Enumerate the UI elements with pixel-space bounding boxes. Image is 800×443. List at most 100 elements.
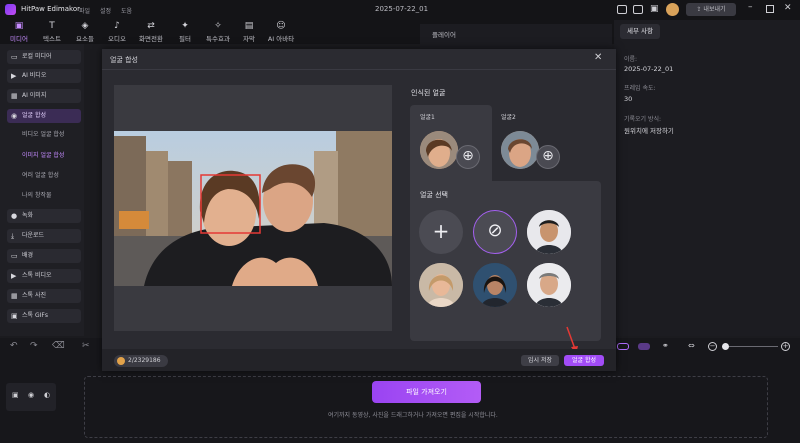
track-video-icon[interactable]: ▣ xyxy=(12,391,19,399)
link-icon[interactable]: ⚭ xyxy=(662,341,669,350)
toolbar-filter[interactable]: ✦ 필터 xyxy=(170,20,200,44)
face-1-label: 얼굴1 xyxy=(420,114,435,121)
delete-icon[interactable]: ⌫ xyxy=(52,341,65,351)
import-file-label: 파일 가져오기 xyxy=(406,388,447,396)
ai-avatar-icon: ☺ xyxy=(276,21,286,31)
details-panel: 세부 사항 이름: 2025-07-22_01 프레임 속도: 30 기록오기 … xyxy=(614,20,800,336)
coin-icon xyxy=(117,357,125,365)
sidebar-item-label: AI 비디오 xyxy=(22,72,47,79)
split-icon[interactable]: ✂ xyxy=(82,341,90,351)
redo-icon[interactable]: ↷ xyxy=(30,341,38,351)
modal-title: 얼굴 합성 xyxy=(110,56,138,64)
snap-icon[interactable] xyxy=(638,343,650,350)
track-audio-icon[interactable]: ◐ xyxy=(44,391,50,399)
tab-details[interactable]: 세부 사항 xyxy=(620,24,660,39)
player-title: 플레이어 xyxy=(432,31,456,39)
elements-icon: ◈ xyxy=(81,21,89,31)
menu-file[interactable]: 파일 xyxy=(79,6,90,15)
sidebar-item-face-swap[interactable]: ◉ 얼굴 합성 xyxy=(7,109,81,123)
toolbar-label: 오디오 xyxy=(108,35,126,43)
user-avatar[interactable] xyxy=(666,3,679,16)
toolbar-ai-avatar[interactable]: ☺ AI 아바타 xyxy=(264,20,298,44)
toolbar-subtitle[interactable]: ▤ 자막 xyxy=(234,20,264,44)
gift-icon[interactable]: ▣ xyxy=(650,4,659,14)
face-swap-modal: 얼굴 합성 ✕ 인식된 얼굴 얼굴1 ⊕ 얼굴2 ⊕ 얼굴 선택 + ⊘ 2/2… xyxy=(102,49,616,371)
toolbar-label: 화면전환 xyxy=(139,35,163,43)
stock-video-icon: ▶ xyxy=(11,272,17,280)
import-file-button[interactable]: 파일 가져오기 xyxy=(372,381,481,403)
record-icon: ● xyxy=(11,212,18,220)
ai-image-icon: ▦ xyxy=(11,92,18,100)
sidebar-sub-my-creations[interactable]: 나의 창작물 xyxy=(22,190,52,202)
background-icon: ▭ xyxy=(11,252,18,260)
folder-icon: ▭ xyxy=(11,53,18,61)
media-icon: ▣ xyxy=(14,21,24,31)
zoom-slider[interactable] xyxy=(722,346,778,347)
toolbar-effects[interactable]: ✧ 특수효과 xyxy=(201,20,235,44)
export-button[interactable]: ⇪ 내보내기 xyxy=(686,3,736,16)
zoom-slider-handle[interactable] xyxy=(722,343,729,350)
face-2-add-button[interactable]: ⊕ xyxy=(536,145,560,169)
sidebar-item-stock-video[interactable]: ▶ 스톡 비디오 xyxy=(7,269,81,283)
gif-icon: ▣ xyxy=(11,312,18,320)
close-window-button[interactable]: ✕ xyxy=(784,3,792,13)
face-option-woman-2[interactable] xyxy=(473,263,517,307)
tab-details-label: 세부 사항 xyxy=(627,27,653,35)
sidebar-item-download[interactable]: ⤓ 다운로드 xyxy=(7,229,81,243)
audio-icon: ♪ xyxy=(114,21,120,31)
download-icon: ⤓ xyxy=(11,232,15,240)
modal-close-icon[interactable]: ✕ xyxy=(594,52,602,63)
no-face-button[interactable]: ⊘ xyxy=(473,210,517,254)
track-tool-icon[interactable] xyxy=(617,343,629,350)
sidebar-item-label: 얼굴 합성 xyxy=(22,112,46,119)
toolbar-label: 텍스트 xyxy=(43,35,61,43)
menu-settings[interactable]: 설정 xyxy=(100,6,111,15)
temp-save-button[interactable]: 임시 저장 xyxy=(521,355,559,366)
ai-video-icon: ▶ xyxy=(11,72,17,80)
undo-icon[interactable]: ↶ xyxy=(10,341,18,351)
app-name: HitPaw Edimakor xyxy=(21,5,80,13)
feedback-icon[interactable] xyxy=(633,5,643,14)
add-face-button[interactable]: + xyxy=(419,210,463,254)
toolbar-elements[interactable]: ◈ 요소들 xyxy=(70,20,100,44)
sidebar-item-stock-gifs[interactable]: ▣ 스톡 GIFs xyxy=(7,309,81,323)
sidebar-sub-video-face-swap[interactable]: 비디오 얼굴 합성 xyxy=(22,129,64,141)
minimize-button[interactable]: – xyxy=(748,2,753,12)
face-option-woman-1[interactable] xyxy=(419,263,463,307)
preview-area xyxy=(114,85,392,331)
face-option-man-1[interactable] xyxy=(527,210,571,254)
recognized-faces-title: 인식된 얼굴 xyxy=(411,89,446,97)
toolbar-text[interactable]: T 텍스트 xyxy=(37,20,67,44)
fps-value: 30 xyxy=(624,95,633,103)
toolbar-media[interactable]: ▣ 미디어 xyxy=(4,20,34,44)
sidebar-sub-multi-face-swap[interactable]: 여러 얼굴 합성 xyxy=(22,170,59,182)
maximize-button[interactable] xyxy=(766,5,774,13)
zoom-in-icon[interactable]: + xyxy=(781,342,790,351)
sidebar-item-ai-image[interactable]: ▦ AI 이미지 xyxy=(7,89,81,103)
app-logo-icon xyxy=(5,4,16,15)
track-eye-icon[interactable]: ◉ xyxy=(28,391,34,399)
layout-icon[interactable] xyxy=(617,5,627,14)
fit-icon[interactable]: ⇔ xyxy=(688,341,695,350)
sidebar-item-ai-video[interactable]: ▶ AI 비디오 xyxy=(7,69,81,83)
sidebar-item-local-media[interactable]: ▭ 로컬 미디어 xyxy=(7,50,81,64)
face-swap-icon: ◉ xyxy=(11,112,18,120)
toolbar-label: 미디어 xyxy=(10,35,28,43)
toolbar-transition[interactable]: ⇄ 화면전환 xyxy=(136,20,166,44)
sidebar-sub-image-face-swap[interactable]: 이미지 얼굴 합성 xyxy=(22,150,64,162)
temp-save-label: 임시 저장 xyxy=(528,357,552,364)
sidebar-item-label: 스톡 사진 xyxy=(22,292,46,299)
face-option-man-2[interactable] xyxy=(527,263,571,307)
menu-help[interactable]: 도움 xyxy=(121,6,132,15)
face-2-thumbnail[interactable] xyxy=(501,131,539,169)
sidebar-item-background[interactable]: ▭ 배경 xyxy=(7,249,81,263)
face-1-thumbnail[interactable] xyxy=(420,131,458,169)
name-label: 이름: xyxy=(624,56,638,63)
stock-photo-icon: ▦ xyxy=(11,292,18,300)
sidebar-item-stock-photo[interactable]: ▦ 스톡 사진 xyxy=(7,289,81,303)
toolbar-audio[interactable]: ♪ 오디오 xyxy=(102,20,132,44)
zoom-out-icon[interactable]: − xyxy=(708,342,717,351)
face-1-add-button[interactable]: ⊕ xyxy=(456,145,480,169)
apply-face-swap-button[interactable]: 얼굴 합성 xyxy=(564,355,604,366)
sidebar-item-record[interactable]: ● 녹화 xyxy=(7,209,81,223)
